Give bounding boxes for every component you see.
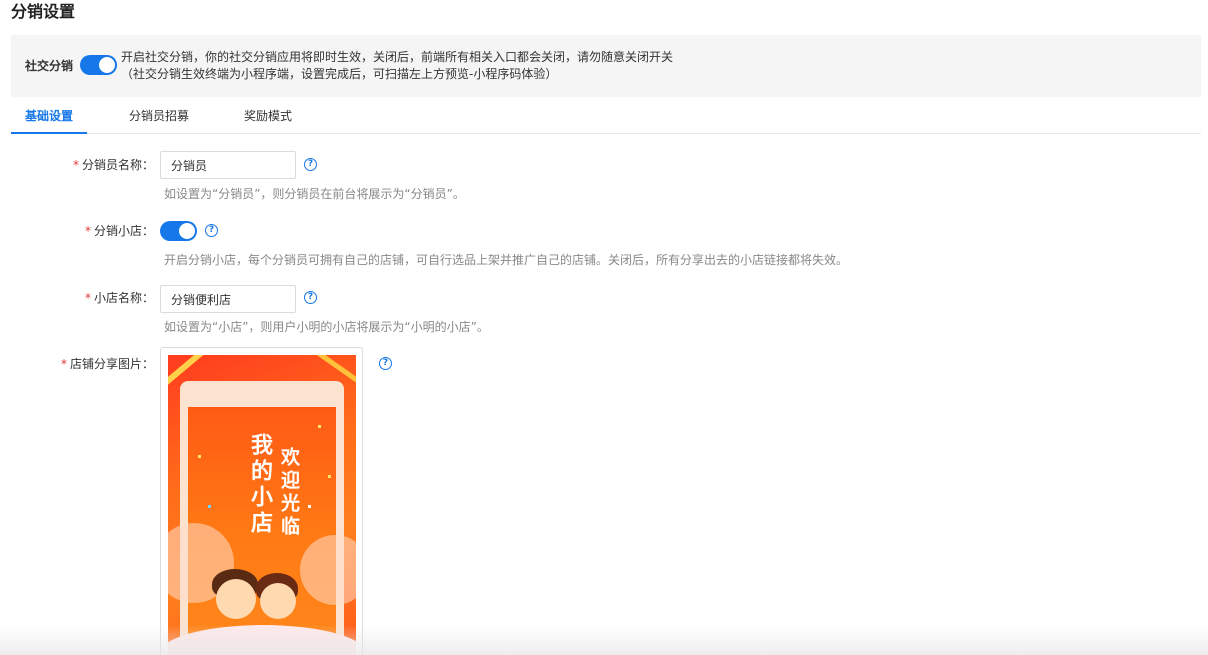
toggle-knob bbox=[99, 57, 115, 73]
distributor-name-label-text: 分销员名称： bbox=[81, 158, 154, 172]
distribution-shop-hint: 开启分销小店，每个分销员可拥有自己的店铺，可自行选品上架并推广自己的店铺。关闭后… bbox=[164, 253, 849, 267]
poster-confetti bbox=[328, 475, 331, 478]
share-image-label-text: 店铺分享图片： bbox=[69, 357, 154, 371]
distributor-name-input[interactable] bbox=[160, 151, 296, 179]
toggle-knob bbox=[179, 223, 195, 239]
social-distribution-label: 社交分销 bbox=[25, 59, 74, 73]
poster-confetti bbox=[308, 505, 311, 508]
distribution-shop-label-text: 分销小店： bbox=[93, 224, 154, 238]
distribution-shop-toggle[interactable] bbox=[160, 221, 197, 241]
help-icon[interactable]: ? bbox=[304, 158, 317, 171]
poster-character-face bbox=[216, 579, 256, 619]
poster-character-face bbox=[260, 583, 296, 619]
social-distribution-banner: 社交分销 开启社交分销，你的社交分销应用将即时生效，关闭后，前端所有相关入口都会… bbox=[11, 35, 1201, 97]
distributor-name-hint: 如设置为“分销员”，则分销员在前台将展示为“分销员”。 bbox=[164, 187, 465, 201]
help-icon[interactable]: ? bbox=[304, 291, 317, 304]
poster-scallop bbox=[188, 399, 336, 413]
poster-confetti bbox=[198, 455, 201, 458]
help-icon[interactable]: ? bbox=[205, 224, 218, 237]
shop-name-label-text: 小店名称： bbox=[93, 291, 154, 305]
poster-confetti bbox=[208, 505, 211, 508]
help-icon[interactable]: ? bbox=[379, 357, 392, 370]
banner-description-line2: （社交分销生效终端为小程序端，设置完成后，可扫描左上方预览-小程序码体验） bbox=[121, 67, 558, 81]
required-mark: * bbox=[84, 291, 91, 305]
tab-basic-settings[interactable]: 基础设置 bbox=[11, 98, 87, 134]
share-image-label: * 店铺分享图片： bbox=[4, 357, 154, 371]
tab-reward-mode[interactable]: 奖励模式 bbox=[235, 98, 301, 134]
poster-text-right: 欢迎光临 bbox=[278, 447, 300, 539]
distributor-name-label: * 分销员名称： bbox=[4, 158, 154, 172]
required-mark: * bbox=[72, 158, 79, 172]
social-distribution-toggle[interactable] bbox=[80, 55, 117, 75]
shop-name-input[interactable] bbox=[160, 285, 296, 313]
tab-distributor-recruitment[interactable]: 分销员招募 bbox=[119, 98, 199, 134]
shop-name-label: * 小店名称： bbox=[4, 291, 154, 305]
page-title: 分销设置 bbox=[11, 2, 76, 21]
poster-confetti bbox=[318, 425, 321, 428]
required-mark: * bbox=[60, 357, 67, 371]
banner-description: 开启社交分销，你的社交分销应用将即时生效，关闭后，前端所有相关入口都会关闭，请勿… bbox=[121, 49, 673, 83]
settings-tabs: 基础设置 分销员招募 奖励模式 bbox=[11, 98, 1201, 134]
share-image-preview: 我的小店 欢迎光临 bbox=[168, 355, 356, 655]
shop-name-hint: 如设置为“小店”，则用户小明的小店将展示为“小明的小店”。 bbox=[164, 320, 489, 334]
banner-description-line1: 开启社交分销，你的社交分销应用将即时生效，关闭后，前端所有相关入口都会关闭，请勿… bbox=[121, 50, 674, 64]
share-image-upload[interactable]: 我的小店 欢迎光临 bbox=[160, 347, 363, 655]
poster-text-left: 我的小店 bbox=[247, 433, 273, 537]
distribution-shop-label: * 分销小店： bbox=[4, 224, 154, 238]
required-mark: * bbox=[84, 224, 91, 238]
